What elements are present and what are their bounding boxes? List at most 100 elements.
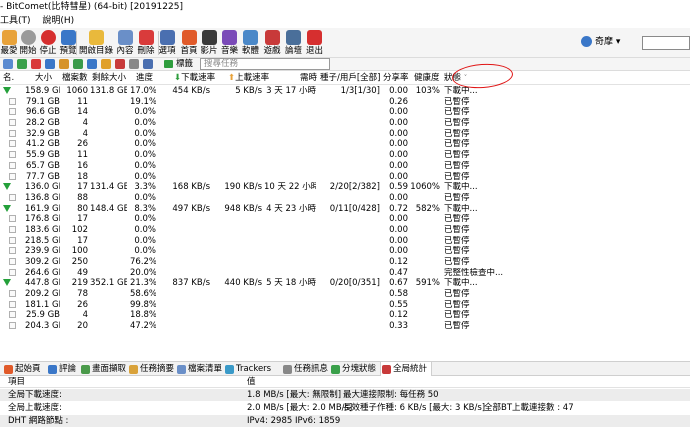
move-down-icon[interactable] [87, 59, 97, 69]
delete-icon[interactable] [115, 59, 125, 69]
subtask-row[interactable]: 25.9 GB 4 18.8% 0.12 已暫停 [0, 310, 690, 321]
subtask-row[interactable]: 309.2 GB 250 76.2% 0.12 已暫停 [0, 257, 690, 268]
chart-icon[interactable] [45, 59, 55, 69]
home-button[interactable]: 首頁 [179, 28, 199, 57]
global-stats-icon [382, 365, 391, 374]
cell-progress: 0.0% [134, 150, 156, 161]
cell-status: 下載中... [444, 278, 478, 289]
subtask-row[interactable]: 136.8 GB 88 0.0% 0.00 已暫停 [0, 193, 690, 204]
cell-status: 已暫停 [444, 107, 470, 118]
menu-tools[interactable]: 工具(T) [0, 16, 31, 26]
forum-button[interactable]: 論壇 [283, 28, 304, 57]
favorite-button[interactable]: 最愛 [0, 28, 18, 57]
properties-button[interactable]: 內容 [114, 28, 136, 57]
subtask-row[interactable]: 77.7 GB 18 0.0% 0.00 已暫停 [0, 172, 690, 183]
tab-home-page[interactable]: 起始頁 [3, 362, 45, 376]
software-button[interactable]: 軟體 [240, 28, 261, 57]
cell-eta [264, 246, 316, 257]
cell-down [160, 300, 210, 311]
user-menu[interactable]: 奇摩 ▾ [581, 34, 620, 47]
stats-header: 項目 值 [0, 376, 690, 388]
col-header-progress[interactable]: 進度 [136, 72, 160, 85]
tab-global-stats[interactable]: 全局統計 [380, 362, 432, 377]
task-search-input[interactable]: 搜尋任務 [200, 58, 330, 70]
subtask-row[interactable]: 264.6 GB 49 20.0% 0.47 完整性檢查中... [0, 268, 690, 279]
subtask-row[interactable]: 32.9 GB 4 0.0% 0.00 已暫停 [0, 129, 690, 140]
cell-down [160, 289, 210, 300]
task-row[interactable]: 136.0 GB17131.4 GB3.3%168 KB/s190 KB/s10… [0, 182, 690, 193]
tag-icon [164, 59, 173, 68]
subtask-row[interactable]: 55.9 GB 11 0.0% 0.00 已暫停 [0, 150, 690, 161]
subtask-row[interactable]: 96.6 GB 14 0.0% 0.00 已暫停 [0, 107, 690, 118]
cell-up [212, 310, 262, 321]
subtask-row[interactable]: 41.2 GB 26 0.0% 0.00 已暫停 [0, 139, 690, 150]
view-icon[interactable] [143, 59, 153, 69]
games-button[interactable]: 遊戲 [261, 28, 283, 57]
subtask-row[interactable]: 79.1 GB 11 19.1% 0.26 已暫停 [0, 97, 690, 108]
subtask-row[interactable]: 239.9 GB 100 0.0% 0.00 已暫停 [0, 246, 690, 257]
subtask-row[interactable]: 176.8 GB 17 0.0% 0.00 已暫停 [0, 214, 690, 225]
options-button[interactable]: 選項 [156, 28, 178, 57]
tab-screenshots[interactable]: 畫面擷取 [80, 362, 126, 376]
cell-size: 32.9 GB [25, 128, 60, 139]
col-header-remaining[interactable]: 剩餘大小 [92, 72, 129, 85]
cell-up [212, 118, 262, 129]
tab-comments[interactable]: 評論 [47, 362, 78, 376]
col-header-files[interactable]: 檔案數 [62, 72, 88, 85]
subtask-row[interactable]: 28.2 GB 4 0.0% 0.00 已暫停 [0, 118, 690, 129]
col-header-down-speed[interactable]: ⬇下載速率 [174, 72, 215, 85]
tab-trackers[interactable]: Trackers [224, 362, 280, 376]
subtask-row[interactable]: 181.1 GB 26 99.8% 0.55 已暫停 [0, 300, 690, 311]
cell-down [160, 236, 210, 247]
exit-button[interactable]: 退出 [304, 28, 325, 57]
move-up-icon[interactable] [73, 59, 83, 69]
subtask-row[interactable]: 218.5 GB 17 0.0% 0.00 已暫停 [0, 236, 690, 247]
start-icon[interactable] [17, 59, 27, 69]
properties-icon [117, 30, 133, 45]
stats-row: 全局上載速度: 2.0 MB/s [最大: 2.0 MB/s] 長效種子作種: 6 … [0, 402, 690, 414]
col-header-peers[interactable]: 種子/用戶[全部] [320, 72, 381, 85]
delete-button[interactable]: 刪除 [136, 28, 156, 57]
col-header-eta[interactable]: 需時 [300, 72, 317, 85]
tab-label: 畫面擷取 [92, 364, 127, 374]
cell-up: 190 KB/s [224, 182, 262, 193]
tab-task-log[interactable]: 任務訊息 [282, 362, 328, 376]
col-header-status[interactable]: 狀態 ˅ [444, 72, 484, 85]
col-header-health[interactable]: 健康度 [414, 72, 444, 85]
video-button[interactable]: 影片 [199, 28, 219, 57]
tag-button[interactable]: 標籤 [164, 58, 193, 71]
comments-icon [48, 365, 57, 374]
cell-peers [318, 225, 380, 236]
folder-icon[interactable] [101, 59, 111, 69]
tab-file-list[interactable]: 檔案清單 [176, 362, 222, 376]
filter-icon[interactable] [129, 59, 139, 69]
web-search-input[interactable] [642, 36, 690, 50]
cell-files: 100 [71, 246, 88, 257]
cell-up: 948 KB/s [224, 203, 262, 214]
task-row[interactable]: 161.9 GB 80148.4 GB 8.3% 497 KB/s 948 KB/s 4 … [0, 204, 690, 215]
subtask-row[interactable]: 209.2 GB 78 58.6% 0.58 已暫停 [0, 289, 690, 300]
col-header-size[interactable]: 大小 [35, 72, 60, 85]
col-header-up-speed[interactable]: ⬆上載速率 [228, 72, 269, 85]
tab-task-summary[interactable]: 任務摘要 [128, 362, 174, 376]
check-icon[interactable] [31, 59, 41, 69]
options-icon [159, 30, 175, 45]
subtask-row[interactable]: 183.6 GB 102 0.0% 0.00 已暫停 [0, 225, 690, 236]
music-button[interactable]: 音樂 [219, 28, 240, 57]
new-task-icon[interactable] [3, 59, 13, 69]
cell-size: 96.6 GB [25, 107, 60, 118]
sort-icon[interactable] [59, 59, 69, 69]
stop-button[interactable]: 停止 [38, 28, 58, 57]
subtask-row[interactable]: 65.7 GB 16 0.0% 0.00 已暫停 [0, 161, 690, 172]
start-button[interactable]: 開始 [18, 28, 38, 57]
preview-button[interactable]: 預覽 [58, 28, 78, 57]
cell-down: 497 KB/s [172, 203, 210, 214]
col-header-name[interactable]: 名. [3, 72, 25, 85]
task-row[interactable]: 447.8 GB 219352.1 GB21.3% 837 KB/s 440 KB/s… [0, 278, 690, 289]
subtask-row[interactable]: 204.3 GB 20 47.2% 0.33 已暫停 [0, 321, 690, 332]
task-row[interactable]: 158.9 GB 1060131.8 GB17.0% 454 KB/s 5 KB/s 3… [0, 86, 690, 97]
tab-block-status[interactable]: 分塊狀態 [330, 362, 378, 376]
col-header-share-ratio[interactable]: 分享率 [383, 72, 411, 85]
menu-help[interactable]: 說明(H) [42, 16, 74, 26]
open-folder-button[interactable]: 開啟目錄 [78, 28, 114, 57]
